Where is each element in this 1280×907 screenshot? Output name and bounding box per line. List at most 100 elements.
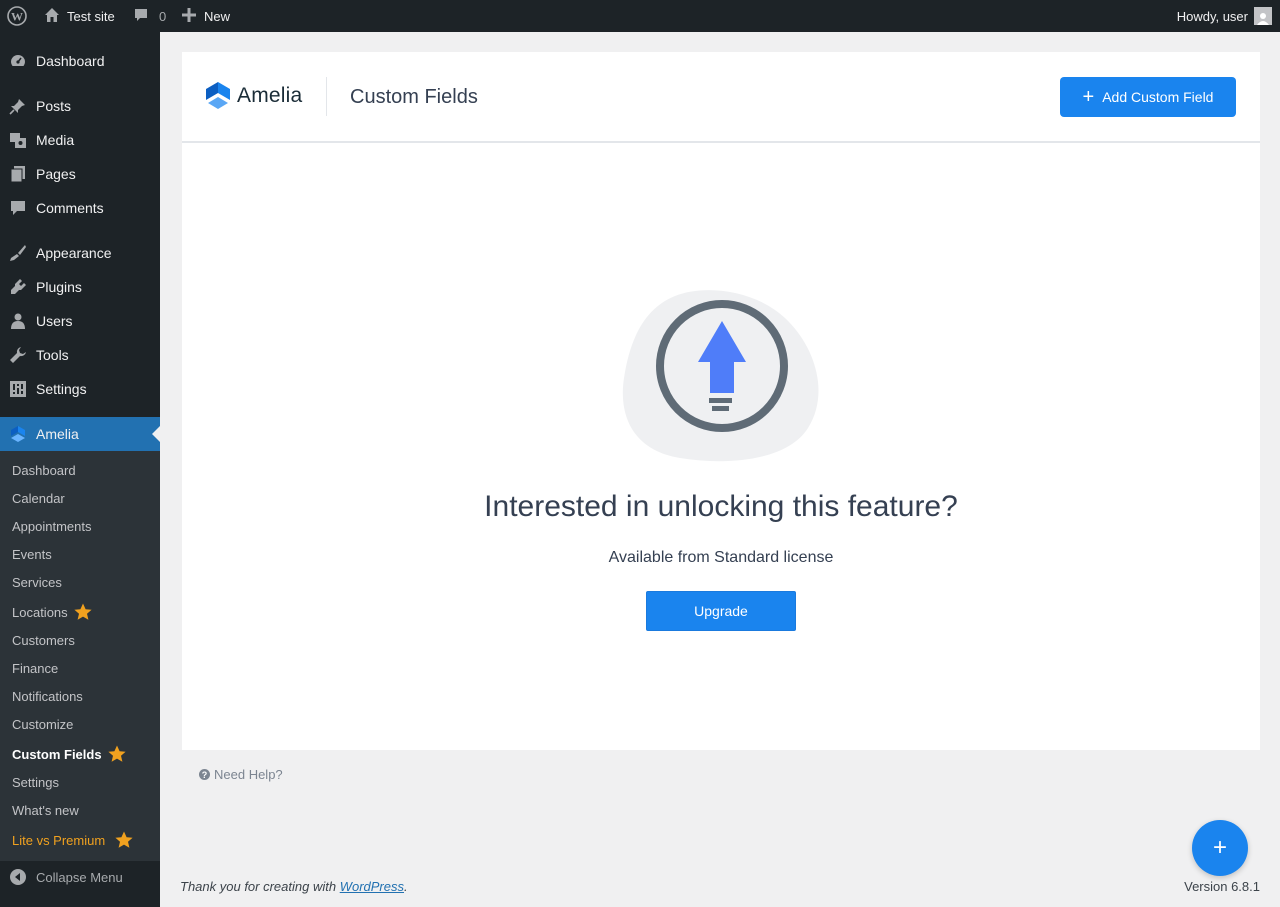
submenu-item-settings[interactable]: Settings bbox=[12, 768, 59, 796]
submenu-item-services[interactable]: Services bbox=[12, 568, 62, 596]
current-indicator bbox=[152, 426, 160, 442]
add-custom-field-label: Add Custom Field bbox=[1102, 89, 1214, 105]
upgrade-label: Upgrade bbox=[694, 603, 748, 619]
svg-text:W: W bbox=[11, 10, 23, 24]
wordpress-link[interactable]: WordPress bbox=[340, 879, 404, 894]
sidebar-item-tools[interactable]: Tools bbox=[0, 338, 160, 372]
submenu-label: Lite vs Premium bbox=[12, 832, 106, 848]
submenu-item-finance[interactable]: Finance bbox=[12, 654, 58, 682]
amelia-submenu: Dashboard Calendar Appointments Events S… bbox=[0, 451, 160, 861]
submenu-label: Customize bbox=[12, 716, 74, 732]
star-icon bbox=[115, 831, 133, 849]
panel-header: Amelia Custom Fields + Add Custom Field bbox=[182, 52, 1260, 143]
submenu-label: Finance bbox=[12, 660, 59, 676]
sidebar-item-label: Appearance bbox=[36, 245, 112, 261]
sidebar-item-settings[interactable]: Settings bbox=[0, 372, 160, 406]
paintbrush-icon bbox=[0, 244, 36, 262]
upgrade-illustration bbox=[620, 288, 825, 468]
sidebar-item-appearance[interactable]: Appearance bbox=[0, 236, 160, 270]
collapse-menu-button[interactable]: Collapse Menu bbox=[0, 864, 123, 890]
sidebar-item-label: Media bbox=[36, 132, 75, 148]
custom-fields-panel: Amelia Custom Fields + Add Custom Field … bbox=[182, 52, 1260, 750]
plus-icon bbox=[182, 7, 204, 25]
sidebar-item-posts[interactable]: Posts bbox=[0, 89, 160, 123]
sidebar-item-comments[interactable]: Comments bbox=[0, 191, 160, 225]
footer-thanks: Thank you for creating with WordPress. bbox=[180, 879, 408, 894]
sidebar-item-dashboard[interactable]: Dashboard bbox=[0, 44, 160, 78]
header-divider bbox=[326, 77, 327, 116]
amelia-logo-text: Amelia bbox=[237, 84, 303, 107]
wordpress-logo-icon[interactable]: W bbox=[7, 0, 27, 32]
floating-add-button[interactable]: + bbox=[1192, 820, 1248, 876]
sidebar-item-pages[interactable]: Pages bbox=[0, 157, 160, 191]
submenu-item-whats-new[interactable]: What's new bbox=[12, 796, 79, 824]
submenu-item-locations[interactable]: Locations bbox=[12, 598, 92, 626]
submenu-label: Services bbox=[12, 574, 62, 590]
submenu-item-appointments[interactable]: Appointments bbox=[12, 512, 92, 540]
submenu-label: What's new bbox=[12, 802, 79, 818]
question-icon: ? bbox=[199, 769, 210, 780]
pushpin-icon bbox=[0, 97, 36, 115]
new-label: New bbox=[204, 8, 231, 24]
plugin-icon bbox=[0, 278, 36, 296]
plus-icon: + bbox=[1082, 86, 1095, 108]
submenu-label: Appointments bbox=[12, 518, 92, 534]
upsell-headline: Interested in unlocking this feature? bbox=[484, 490, 958, 523]
submenu-label: Customers bbox=[12, 632, 75, 648]
sidebar-item-label: Comments bbox=[36, 200, 104, 216]
submenu-label: Dashboard bbox=[12, 462, 76, 478]
sidebar-item-label: Amelia bbox=[36, 426, 79, 442]
pages-icon bbox=[0, 165, 36, 183]
upgrade-button[interactable]: Upgrade bbox=[646, 591, 796, 631]
footer-thanks-text: Thank you for creating with bbox=[180, 879, 340, 894]
amelia-logo: Amelia bbox=[205, 81, 302, 111]
admin-bar-new[interactable]: New bbox=[182, 0, 230, 32]
submenu-label: Notifications bbox=[12, 688, 83, 704]
need-help-link[interactable]: ? Need Help? bbox=[199, 767, 283, 782]
sidebar-item-label: Posts bbox=[36, 98, 72, 114]
avatar bbox=[1254, 7, 1272, 25]
sidebar-item-media[interactable]: Media bbox=[0, 123, 160, 157]
submenu-item-customize[interactable]: Customize bbox=[12, 710, 73, 738]
page-title: Custom Fields bbox=[350, 86, 478, 108]
settings-icon bbox=[0, 380, 36, 398]
sidebar-item-label: Settings bbox=[36, 381, 87, 397]
amelia-icon bbox=[0, 425, 36, 443]
sidebar-item-label: Pages bbox=[36, 166, 76, 182]
upsell-subline: Available from Standard license bbox=[608, 549, 834, 566]
sidebar-item-plugins[interactable]: Plugins bbox=[0, 270, 160, 304]
plus-icon: + bbox=[1212, 834, 1227, 861]
star-icon bbox=[107, 745, 126, 763]
comments-count: 0 bbox=[159, 8, 167, 24]
admin-bar-comments[interactable]: 0 bbox=[133, 0, 166, 32]
need-help-label: Need Help? bbox=[214, 767, 283, 782]
amelia-logo-icon bbox=[206, 82, 230, 109]
sidebar-item-label: Users bbox=[36, 313, 73, 329]
admin-bar-site-link[interactable]: Test site bbox=[44, 0, 115, 32]
sidebar-item-label: Tools bbox=[36, 347, 69, 363]
comment-icon bbox=[133, 7, 149, 26]
site-name: Test site bbox=[67, 8, 115, 24]
collapse-menu-label: Collapse Menu bbox=[36, 869, 123, 885]
sidebar-item-amelia[interactable]: Amelia bbox=[0, 417, 160, 451]
star-icon bbox=[74, 603, 92, 621]
submenu-label: Settings bbox=[12, 774, 59, 790]
submenu-item-custom-fields[interactable]: Custom Fields bbox=[12, 740, 126, 768]
submenu-item-lite-vs-premium[interactable]: Lite vs Premium bbox=[12, 826, 133, 854]
home-icon bbox=[44, 7, 67, 26]
submenu-item-calendar[interactable]: Calendar bbox=[12, 484, 65, 512]
submenu-item-notifications[interactable]: Notifications bbox=[12, 682, 83, 710]
submenu-item-customers[interactable]: Customers bbox=[12, 626, 75, 654]
dashboard-icon bbox=[0, 52, 36, 70]
submenu-item-events[interactable]: Events bbox=[12, 540, 52, 568]
footer-thanks-suffix: . bbox=[404, 879, 408, 894]
footer-version: Version 6.8.1 bbox=[1184, 879, 1260, 894]
submenu-label: Events bbox=[12, 546, 52, 562]
sidebar-item-users[interactable]: Users bbox=[0, 304, 160, 338]
admin-bar-account[interactable]: Howdy, user bbox=[1177, 0, 1272, 32]
admin-bar: W Test site 0 New Howdy, user bbox=[0, 0, 1280, 32]
media-icon bbox=[0, 131, 36, 149]
add-custom-field-button[interactable]: + Add Custom Field bbox=[1060, 77, 1236, 117]
submenu-item-dashboard[interactable]: Dashboard bbox=[12, 456, 76, 484]
submenu-label: Custom Fields bbox=[12, 746, 102, 762]
